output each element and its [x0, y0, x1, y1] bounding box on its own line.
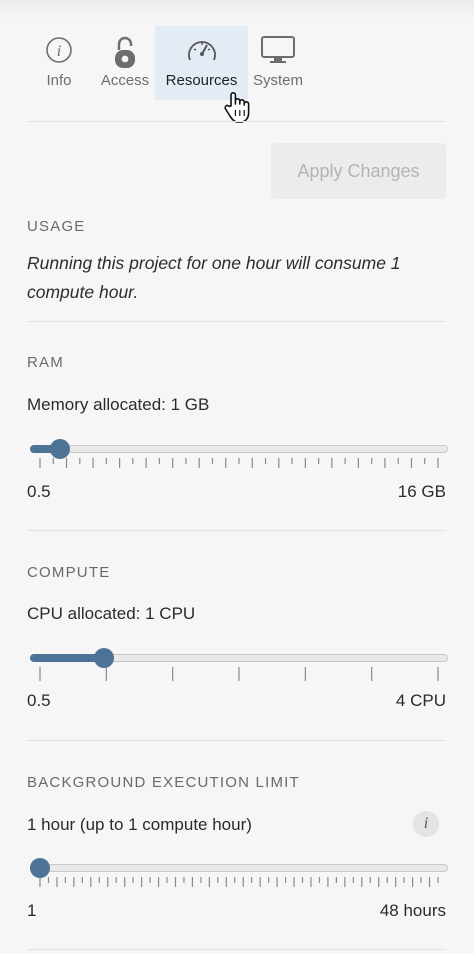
memory-slider[interactable] [30, 436, 448, 476]
tab-access[interactable]: Access [96, 26, 154, 100]
background-limit-slider[interactable] [30, 855, 448, 895]
compute-section-title: COMPUTE [27, 564, 111, 581]
cpu-min-label: 0.5 [27, 691, 51, 710]
slider-track [30, 445, 448, 453]
tab-bar: i Info Access Resources System [28, 26, 328, 102]
background-min-label: 1 [27, 901, 37, 920]
slider-ticks [39, 667, 439, 681]
tab-resources-label: Resources [165, 72, 238, 89]
slider-ticks [39, 458, 439, 468]
info-icon: i [28, 35, 90, 69]
memory-min-label: 0.5 [27, 482, 51, 501]
usage-description: Running this project for one hour will c… [27, 253, 401, 302]
apply-changes-button[interactable]: Apply Changes [271, 143, 446, 199]
slider-thumb[interactable] [93, 648, 114, 668]
gauge-icon [155, 35, 248, 69]
divider [27, 321, 446, 322]
cpu-max-label: 4 CPU [395, 691, 446, 710]
background-limit-section-title: BACKGROUND EXECUTION LIMIT [27, 774, 300, 791]
usage-section-title: USAGE [27, 218, 86, 235]
tab-system[interactable]: System [250, 26, 306, 100]
slider-track [30, 864, 448, 872]
top-shadow [0, 0, 474, 20]
divider [27, 530, 446, 531]
tab-access-label: Access [100, 72, 150, 89]
cpu-slider[interactable] [30, 645, 448, 685]
monitor-icon [250, 35, 306, 69]
cpu-allocated-label: CPU allocated: 1 CPU [27, 604, 196, 623]
tab-info[interactable]: i Info [28, 26, 90, 100]
tab-info-label: Info [46, 72, 72, 89]
divider [27, 949, 446, 950]
slider-thumb[interactable] [49, 439, 70, 459]
memory-max-label: 16 GB [397, 482, 446, 501]
divider [27, 740, 446, 741]
tab-resources[interactable]: Resources [155, 26, 248, 100]
background-limit-label: 1 hour (up to 1 compute hour) [27, 815, 252, 834]
slider-thumb[interactable] [30, 858, 50, 878]
hand-cursor-icon [222, 90, 252, 124]
ram-section-title: RAM [27, 354, 64, 371]
slider-fill [30, 654, 104, 662]
tab-system-label: System [252, 72, 303, 89]
divider [27, 121, 446, 122]
background-max-label: 48 hours [379, 901, 446, 920]
memory-allocated-label: Memory allocated: 1 GB [27, 395, 210, 414]
lock-icon [96, 35, 154, 69]
svg-text:i: i [57, 43, 61, 60]
info-icon[interactable]: i [413, 811, 439, 837]
slider-ticks [39, 877, 439, 887]
